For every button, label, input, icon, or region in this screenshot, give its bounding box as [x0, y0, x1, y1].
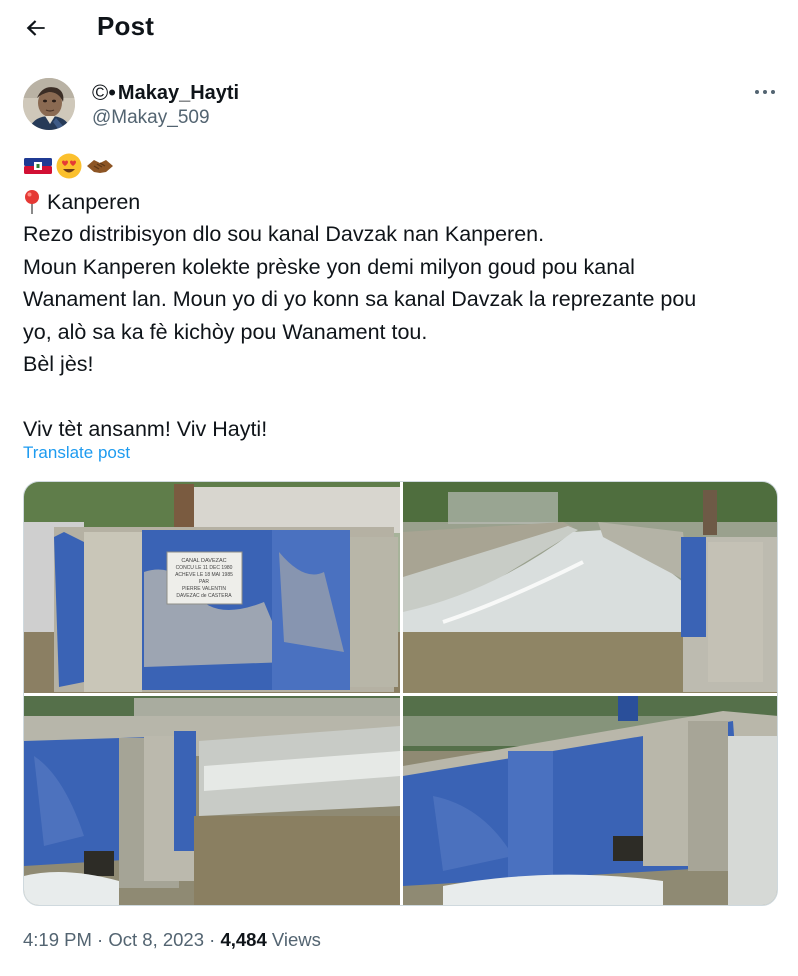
location-line: Kanperen: [23, 186, 783, 218]
post-date: Oct 8, 2023: [108, 929, 205, 950]
post-line-3: Wanament lan. Moun yo di yo konn sa kana…: [23, 287, 697, 312]
post-time: 4:19 PM: [23, 929, 92, 950]
avatar[interactable]: [23, 78, 75, 130]
post-line-2: Moun Kanperen kolekte prèske yon demi mi…: [23, 254, 635, 279]
author-display-name[interactable]: ©• Makay_Hayti: [92, 80, 239, 106]
page-title: Post: [97, 11, 155, 41]
post-line-6: [23, 380, 783, 412]
heart-eyes-emoji: [56, 153, 82, 179]
photo-canal-plaque[interactable]: CANAL DAVEZAC CONCU LE 11 DEC 1980 ACHEV…: [24, 482, 400, 693]
post-line-5: Bèl jès!: [23, 351, 94, 376]
back-button[interactable]: [18, 10, 54, 46]
copyright-prefix: ©•: [92, 80, 116, 105]
plaque-line-2: CONCU LE 11 DEC 1980: [176, 565, 233, 571]
post-timestamp-link[interactable]: 4:19 PM · Oct 8, 2023: [23, 929, 204, 950]
photo-canal-flow[interactable]: [403, 482, 777, 693]
arrow-left-icon: [26, 20, 45, 36]
meta-separator: ·: [97, 929, 104, 950]
views-label: Views: [271, 929, 321, 950]
views-count: 4,484: [220, 929, 267, 950]
plaque-line-6: DAVEZAC de CASTERA: [176, 593, 232, 599]
plaque-line-5: PIERRE VALENTIN: [182, 586, 226, 592]
post-line-4: yo, alò sa ka fè kichòy pou Wanament tou…: [23, 319, 428, 344]
handshake-emoji: [87, 160, 113, 173]
author-name-text: Makay_Hayti: [117, 81, 240, 104]
more-horizontal-icon: [755, 90, 775, 94]
round-pushpin-icon: [25, 190, 39, 215]
post-meta: 4:19 PM · Oct 8, 2023 · 4,484 Views: [23, 929, 321, 951]
plaque-line-4: PAR: [199, 579, 209, 585]
author-handle[interactable]: @Makay_509: [92, 107, 210, 129]
meta-separator-2: ·: [209, 929, 216, 950]
media-grid: CANAL DAVEZAC CONCU LE 11 DEC 1980 ACHEV…: [23, 481, 778, 906]
photo-canal-wall-right[interactable]: [403, 696, 777, 905]
plaque-line-1: CANAL DAVEZAC: [181, 558, 226, 564]
post-text: Kanperen Rezo distribisyon dlo sou kanal…: [23, 186, 783, 445]
emoji-row: [23, 152, 115, 180]
more-options-button[interactable]: [750, 80, 780, 104]
haiti-flag-emoji: [24, 158, 52, 174]
location-text: Kanperen: [47, 190, 141, 214]
post-header: Post: [0, 0, 798, 54]
post-line-7: Viv tèt ansanm! Viv Hayti!: [23, 416, 268, 441]
plaque-line-3: ACHEVE LE 18 MAI 1985: [175, 572, 233, 578]
post-line-1: Rezo distribisyon dlo sou kanal Davzak n…: [23, 222, 545, 247]
photo-canal-wall-left[interactable]: [24, 696, 400, 905]
translate-post-link[interactable]: Translate post: [23, 443, 130, 463]
